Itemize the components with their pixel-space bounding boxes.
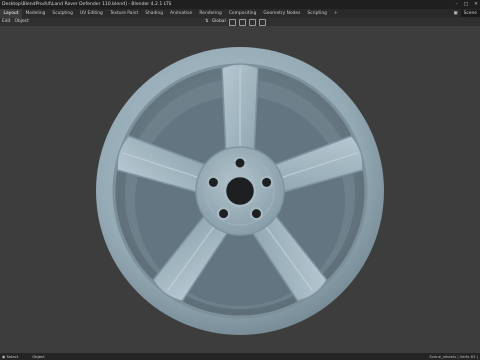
- window-title: Desktop\BlendProd\4\Land Rover Defender …: [2, 2, 172, 7]
- scene-icon[interactable]: ▣: [453, 9, 457, 18]
- viewport-header: Edit Object ⇅ Global: [0, 18, 480, 26]
- menu-object[interactable]: Object: [15, 18, 29, 26]
- orientation-icon[interactable]: ⇅: [205, 18, 209, 26]
- 3d-viewport[interactable]: [0, 26, 480, 353]
- status-bar: ◉ Select Object Scene_wheels | Verts 63 …: [0, 353, 480, 360]
- mouse-icon: ◉: [2, 354, 6, 359]
- tab-layout[interactable]: Layout: [0, 9, 22, 18]
- tab-modeling[interactable]: Modeling: [22, 9, 49, 18]
- title-bar: Desktop\BlendProd\4\Land Rover Defender …: [0, 0, 480, 9]
- wheel-model: [96, 47, 384, 335]
- scene-field[interactable]: Scene: [460, 10, 480, 17]
- tab-uv-editing[interactable]: UV Editing: [76, 9, 106, 18]
- pivot-icon[interactable]: [228, 18, 236, 26]
- tab-compositing[interactable]: Compositing: [225, 9, 260, 18]
- close-icon[interactable]: ✕: [474, 0, 478, 9]
- tab-animation[interactable]: Animation: [167, 9, 196, 18]
- snap-icon[interactable]: [238, 18, 246, 26]
- tab-geometry-nodes[interactable]: Geometry Nodes: [260, 9, 304, 18]
- workspace-tabs: Layout Modeling Sculpting UV Editing Tex…: [0, 9, 341, 18]
- status-select: ◉ Select: [2, 354, 19, 359]
- tab-sculpting[interactable]: Sculpting: [49, 9, 77, 18]
- tab-rendering[interactable]: Rendering: [196, 9, 225, 18]
- menu-bar: Layout Modeling Sculpting UV Editing Tex…: [0, 9, 480, 18]
- status-object: Object: [32, 354, 45, 359]
- center-bore: [223, 174, 257, 208]
- overlay-icon[interactable]: [258, 18, 266, 26]
- minimize-icon[interactable]: –: [456, 0, 458, 9]
- tab-shading[interactable]: Shading: [142, 9, 167, 18]
- window-controls: – □ ✕: [456, 0, 479, 9]
- scene-stats: Scene_wheels | Verts 63 |: [429, 354, 478, 359]
- tab-texture-paint[interactable]: Texture Paint: [106, 9, 141, 18]
- orientation-dropdown[interactable]: Global: [212, 18, 226, 26]
- scene-selector: ▣ Scene: [453, 9, 480, 18]
- tab-scripting[interactable]: Scripting: [304, 9, 331, 18]
- add-workspace-button[interactable]: +: [330, 9, 341, 18]
- maximize-icon[interactable]: □: [464, 0, 468, 9]
- proportional-edit-icon[interactable]: [248, 18, 256, 26]
- menu-edit[interactable]: Edit: [2, 18, 11, 26]
